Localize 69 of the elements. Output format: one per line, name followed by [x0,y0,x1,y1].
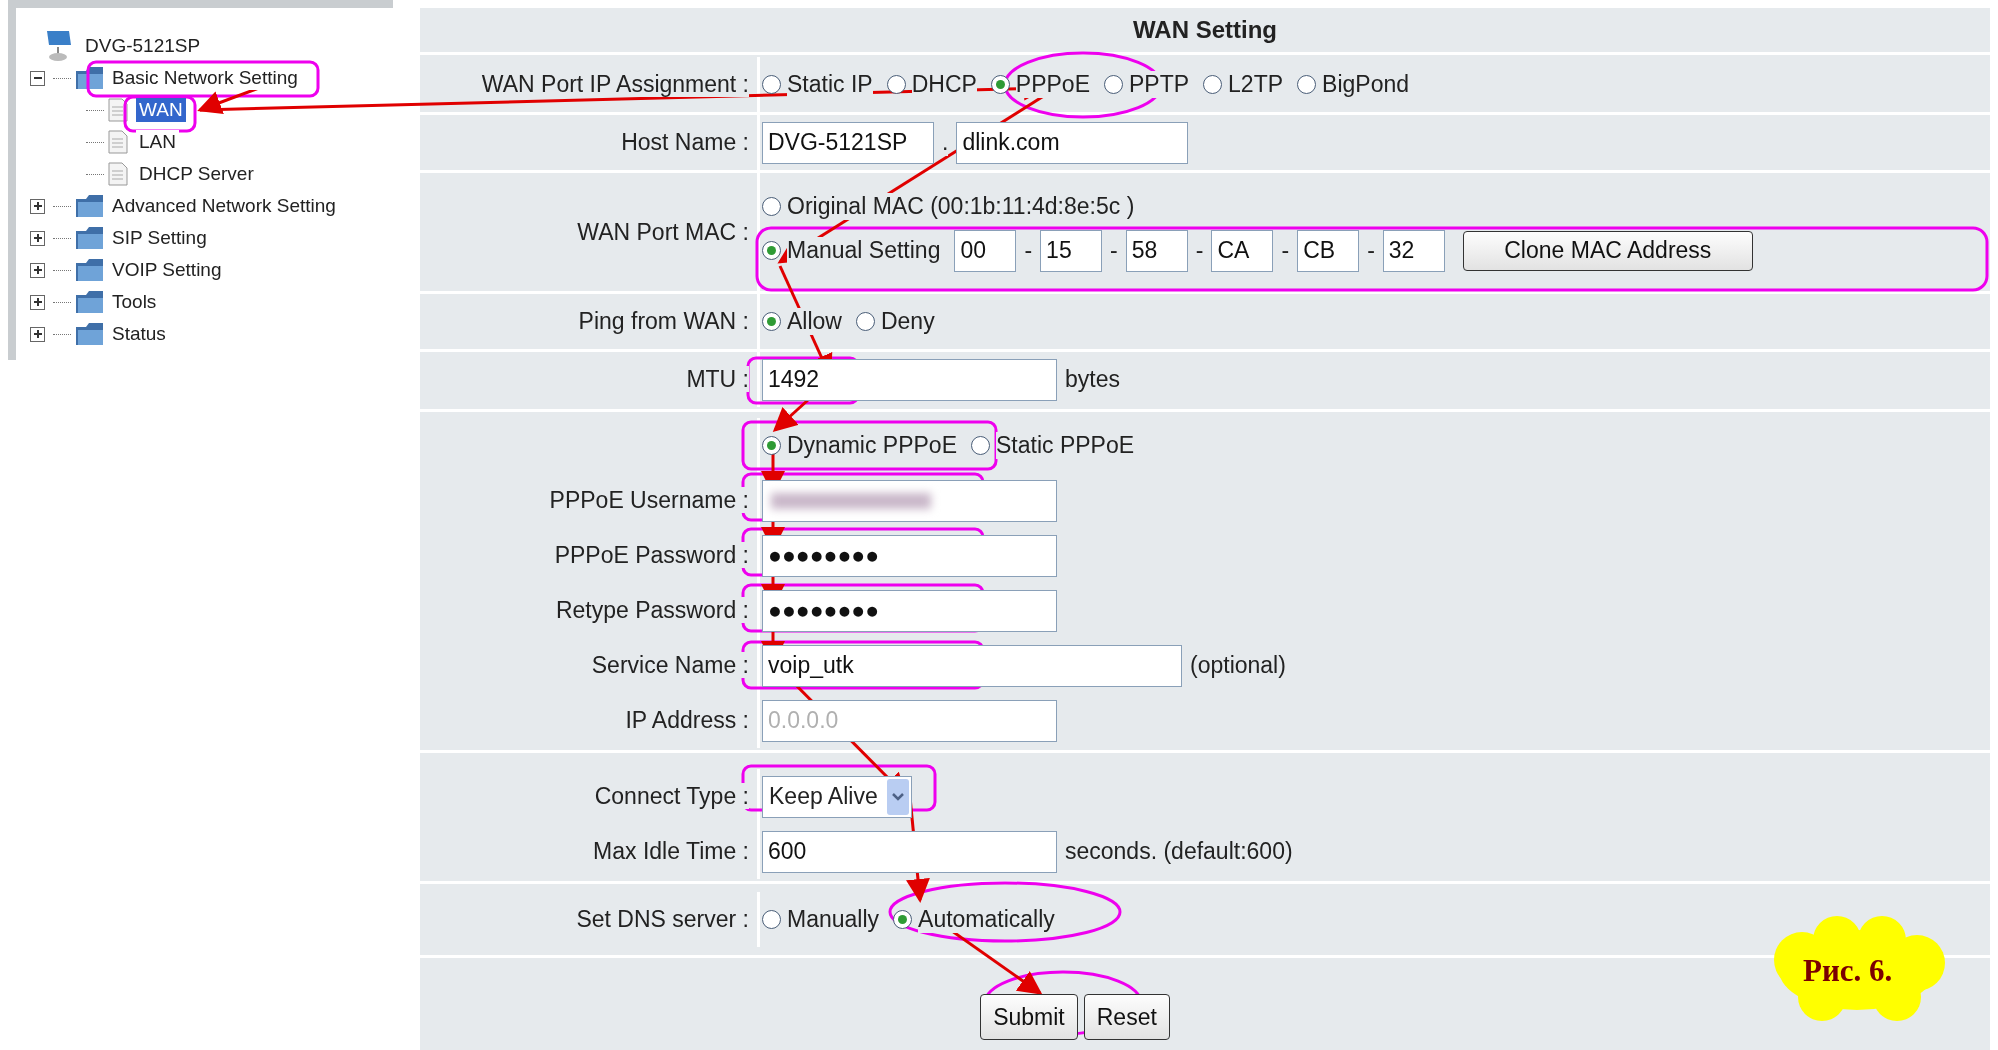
expand-icon[interactable] [30,294,45,310]
clone-mac-button[interactable]: Clone MAC Address [1462,230,1753,271]
field-label: Retype Password : [555,597,749,623]
folder-icon [75,289,105,315]
input-field[interactable]: CA [1211,229,1274,272]
input-field[interactable]: ●●●●●●●● [762,589,1057,632]
folder-icon [75,193,105,219]
input-field[interactable]: 1492 [762,358,1057,401]
expand-icon[interactable] [30,230,45,246]
expand-icon[interactable] [30,262,45,278]
radio-button[interactable] [990,75,1010,94]
radio-button[interactable] [762,436,781,455]
figure-label: Рис. 6. [1803,953,1893,989]
radio-button[interactable] [893,910,913,929]
field-suffix: bytes [1065,366,1120,393]
form-title: WAN Setting [420,8,1990,55]
folder-icon [75,257,105,283]
radio-label: Automatically [918,906,1055,933]
input-field[interactable]: 58 [1125,229,1188,272]
radio-button[interactable] [762,910,781,929]
radio-button[interactable] [762,75,781,94]
input-field[interactable]: ●●●●●●●● [762,534,1057,577]
radio-label: PPTP [1129,71,1190,98]
radio-label: Dynamic PPPoE [787,432,957,459]
input-field[interactable]: 15 [1040,229,1103,272]
radio-button[interactable] [971,436,990,455]
field-suffix: (optional) [1190,652,1286,679]
input-field[interactable]: 32 [1382,229,1445,272]
field-label: Connect Type : [594,783,749,809]
field-suffix: seconds. (default:600) [1065,838,1293,865]
radio-label: Manually [787,906,880,933]
tree-item[interactable]: WAN [136,98,186,122]
radio-label: Static PPPoE [996,432,1135,459]
radio-label: Allow [787,308,842,335]
radio-button[interactable] [886,75,906,94]
radio-button[interactable] [1297,75,1317,94]
folder-icon [75,65,105,91]
radio-button[interactable] [1203,75,1223,94]
field-label: Service Name : [591,652,749,678]
field-label: WAN Port IP Assignment : [481,71,749,97]
radio-label: Original MAC (00:1b:11:4d:8e:5c ) [787,192,1135,220]
field-label: Ping from WAN : [578,308,749,334]
document-icon [108,130,128,154]
radio-button[interactable] [762,196,781,216]
field-label: PPPoE Password : [554,542,749,568]
input-field[interactable]: DVG-5121SP [762,121,934,164]
radio-button[interactable] [762,241,781,260]
folder-icon [75,225,105,251]
radio-label: Manual Setting [787,237,941,264]
collapse-icon[interactable] [30,70,45,86]
document-icon [108,98,128,122]
field-label: PPPoE Username : [549,487,749,513]
radio-label: Static IP [787,71,873,98]
radio-label: BigPond [1322,71,1409,98]
document-icon [108,162,128,186]
input-field[interactable]: voip_utk [762,644,1182,687]
folder-icon [75,321,105,347]
input-field[interactable]: CB [1297,229,1360,272]
input-field[interactable]: 00 [954,229,1017,272]
expand-icon[interactable] [30,326,45,342]
radio-button[interactable] [762,312,781,331]
input-field[interactable]: dlink.com [956,121,1189,164]
expand-icon[interactable] [30,198,45,214]
computer-icon [44,29,74,63]
radio-button[interactable] [1104,75,1123,94]
field-label: MTU : [686,366,749,392]
radio-button[interactable] [855,312,875,331]
input-field[interactable] [762,479,1057,522]
input-field[interactable]: 600 [762,830,1057,873]
